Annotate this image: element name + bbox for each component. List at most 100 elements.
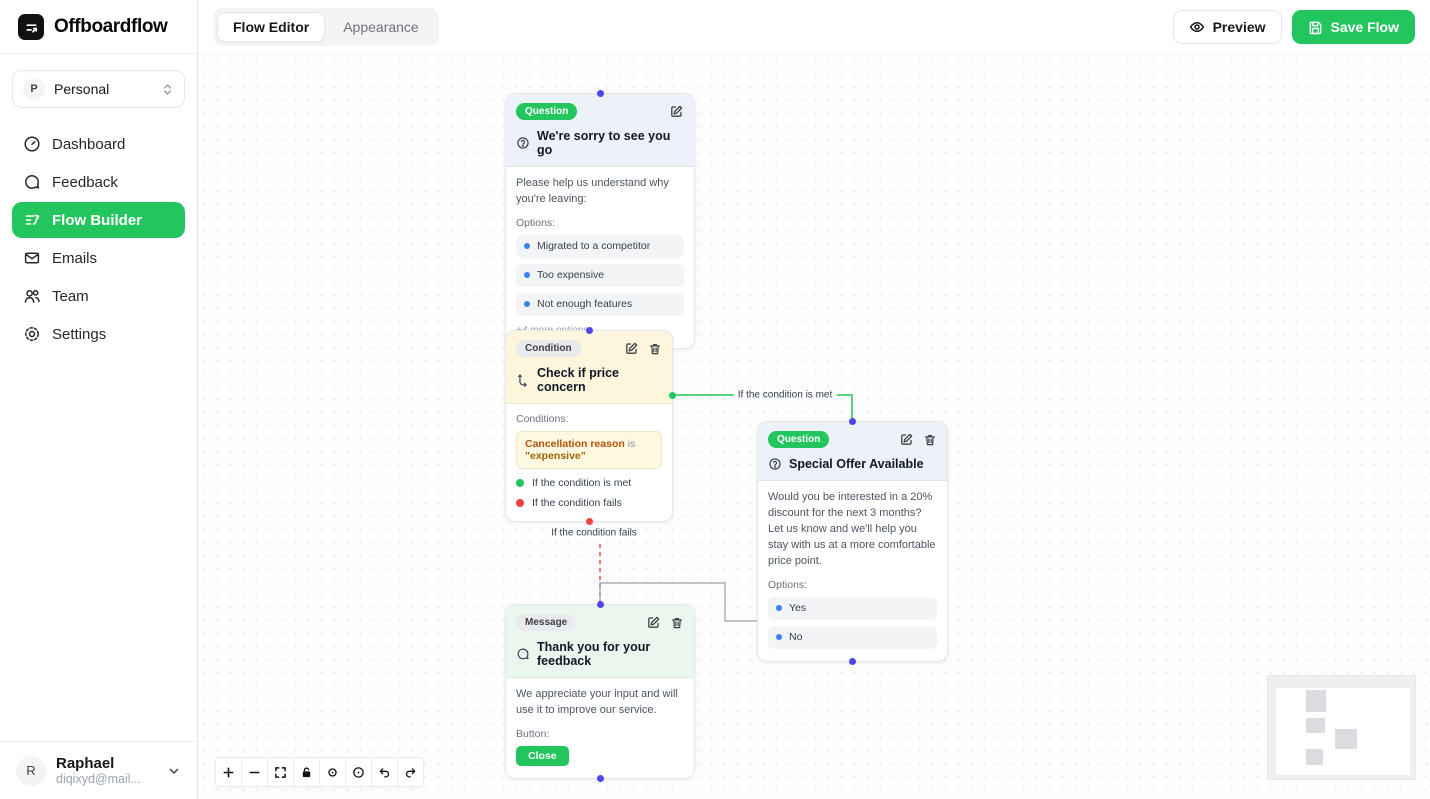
workspace-selector[interactable]: P Personal bbox=[12, 70, 185, 108]
sidebar-item-flow-builder[interactable]: Flow Builder bbox=[12, 202, 185, 238]
target-icon bbox=[326, 766, 339, 779]
user-menu[interactable]: R Raphael diqixyd@mail... bbox=[0, 741, 197, 799]
node-title: Special Offer Available bbox=[789, 457, 924, 471]
node-target-handle[interactable] bbox=[597, 90, 604, 97]
node-question-sorry-to-see-you-go[interactable]: Question We're sorry to see you go Pleas… bbox=[505, 93, 695, 349]
sidebar-item-team[interactable]: Team bbox=[12, 278, 185, 314]
option-dot-icon bbox=[524, 301, 530, 307]
sidebar-item-dashboard[interactable]: Dashboard bbox=[12, 126, 185, 162]
sidebar-item-label: Flow Builder bbox=[52, 212, 142, 229]
node-header: Message bbox=[506, 605, 694, 678]
canvas-controls bbox=[215, 757, 424, 787]
node-header: Condition bbox=[506, 331, 672, 404]
trash-icon bbox=[923, 433, 937, 447]
lock-icon bbox=[300, 766, 313, 779]
sidebar-item-feedback[interactable]: Feedback bbox=[12, 164, 185, 200]
chat-bubble-icon bbox=[516, 647, 530, 661]
tab-appearance[interactable]: Appearance bbox=[327, 12, 435, 42]
app-logo-icon bbox=[18, 14, 44, 40]
condition-value: "expensive" bbox=[525, 450, 586, 462]
branch-icon bbox=[516, 373, 530, 387]
delete-node-button[interactable] bbox=[670, 616, 684, 630]
node-target-handle[interactable] bbox=[597, 601, 604, 608]
tab-flow-editor[interactable]: Flow Editor bbox=[217, 12, 325, 42]
option-dot-icon bbox=[524, 272, 530, 278]
minimap[interactable] bbox=[1267, 675, 1416, 780]
fit-view-icon bbox=[274, 766, 287, 779]
option-dot-icon bbox=[776, 634, 782, 640]
node-message-thank-you[interactable]: Message bbox=[505, 604, 695, 779]
option-row: Not enough features bbox=[516, 293, 684, 316]
condition-fails-handle[interactable] bbox=[586, 518, 593, 525]
option-label: Not enough features bbox=[537, 298, 632, 310]
user-name: Raphael bbox=[56, 755, 157, 772]
question-text: Please help us understand why you're lea… bbox=[516, 176, 684, 208]
option-dot-icon bbox=[776, 605, 782, 611]
node-target-handle[interactable] bbox=[849, 418, 856, 425]
sidebar-item-settings[interactable]: Settings bbox=[12, 316, 185, 352]
focus-target-button[interactable] bbox=[319, 757, 346, 787]
outcome-met: If the condition is met bbox=[516, 477, 662, 489]
node-body: Would you be interested in a 20% discoun… bbox=[758, 481, 947, 661]
fit-view-button[interactable] bbox=[267, 757, 294, 787]
envelope-icon bbox=[23, 249, 41, 267]
preview-button[interactable]: Preview bbox=[1173, 10, 1282, 44]
workspace-avatar: P bbox=[23, 78, 45, 100]
condition-rule: Cancellation reason is "expensive" bbox=[516, 431, 662, 469]
save-icon bbox=[1308, 20, 1323, 35]
delete-node-button[interactable] bbox=[648, 342, 662, 356]
minimap-node bbox=[1306, 718, 1325, 733]
sidebar-item-emails[interactable]: Emails bbox=[12, 240, 185, 276]
options-label: Options: bbox=[768, 579, 937, 591]
app-name: Offboardflow bbox=[54, 16, 167, 38]
condition-met-handle[interactable] bbox=[669, 392, 676, 399]
edit-icon bbox=[669, 104, 684, 119]
sidebar-nav: Dashboard Feedback Flow Builder Emails T… bbox=[0, 120, 197, 358]
node-title: We're sorry to see you go bbox=[537, 129, 684, 157]
sidebar: Offboardflow P Personal Dashboard Feedba… bbox=[0, 0, 198, 799]
plus-icon bbox=[222, 766, 235, 779]
zoom-out-button[interactable] bbox=[241, 757, 268, 787]
edit-node-button[interactable] bbox=[646, 615, 661, 630]
edit-icon bbox=[899, 432, 914, 447]
node-type-badge: Question bbox=[516, 103, 577, 120]
topbar: Flow Editor Appearance Preview Save Flow bbox=[198, 0, 1430, 55]
node-question-special-offer[interactable]: Question bbox=[757, 421, 948, 662]
node-condition-price-concern[interactable]: Condition bbox=[505, 330, 673, 522]
outcome-label: If the condition fails bbox=[532, 497, 622, 509]
edit-node-button[interactable] bbox=[624, 341, 639, 356]
user-meta: Raphael diqixyd@mail... bbox=[56, 755, 157, 786]
circle-dot-icon bbox=[352, 766, 365, 779]
edge-label-condition-fails: If the condition fails bbox=[547, 528, 641, 539]
lock-button[interactable] bbox=[293, 757, 320, 787]
save-flow-button[interactable]: Save Flow bbox=[1292, 10, 1415, 44]
node-source-handle[interactable] bbox=[849, 658, 856, 665]
preview-button-label: Preview bbox=[1213, 19, 1266, 35]
option-row: Too expensive bbox=[516, 264, 684, 287]
message-close-button[interactable]: Close bbox=[516, 746, 569, 766]
delete-node-button[interactable] bbox=[923, 433, 937, 447]
node-body: Please help us understand why you're lea… bbox=[506, 167, 694, 348]
chat-bubble-icon bbox=[23, 173, 41, 191]
edit-node-button[interactable] bbox=[669, 104, 684, 119]
conditions-label: Conditions: bbox=[516, 413, 662, 425]
edit-node-button[interactable] bbox=[899, 432, 914, 447]
option-dot-icon bbox=[524, 243, 530, 249]
reset-view-button[interactable] bbox=[345, 757, 372, 787]
node-header: Question bbox=[758, 422, 947, 481]
node-source-handle[interactable] bbox=[597, 775, 604, 782]
outcome-label: If the condition is met bbox=[532, 477, 631, 489]
undo-button[interactable] bbox=[371, 757, 398, 787]
save-flow-button-label: Save Flow bbox=[1331, 19, 1399, 35]
sidebar-item-label: Feedback bbox=[52, 174, 118, 191]
edge-label-condition-met: If the condition is met bbox=[734, 390, 837, 401]
option-label: No bbox=[789, 631, 802, 643]
minimap-node bbox=[1306, 690, 1326, 712]
redo-button[interactable] bbox=[397, 757, 424, 787]
node-target-handle[interactable] bbox=[586, 327, 593, 334]
green-dot-icon bbox=[516, 479, 524, 487]
red-dot-icon bbox=[516, 499, 524, 507]
zoom-in-button[interactable] bbox=[215, 757, 242, 787]
topbar-actions: Preview Save Flow bbox=[1173, 10, 1415, 44]
flow-canvas[interactable]: If the condition is met If the condition… bbox=[198, 55, 1430, 799]
